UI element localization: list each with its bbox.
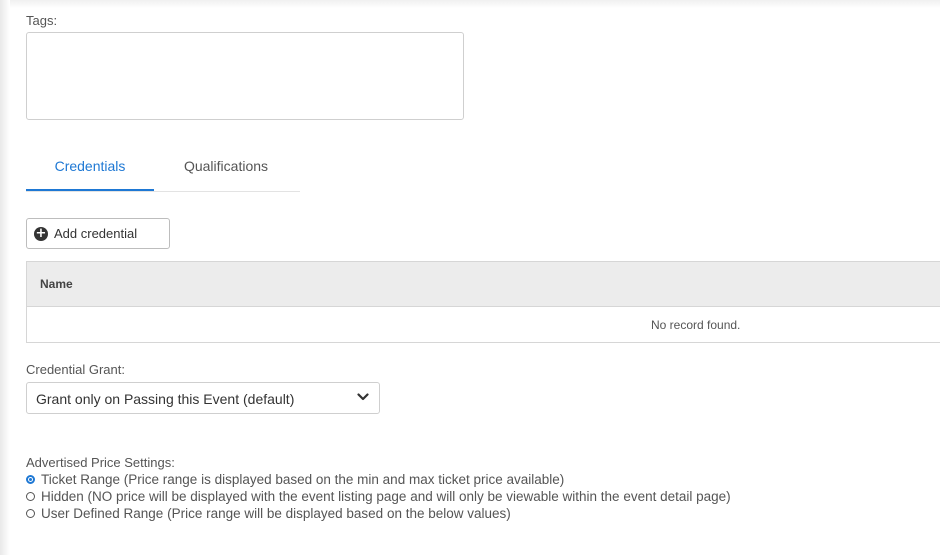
tab-qualifications[interactable]: Qualifications <box>164 148 288 191</box>
left-shadow <box>0 0 10 555</box>
add-credential-label: Add credential <box>54 226 138 241</box>
radio-label-hidden: Hidden (NO price will be displayed with … <box>41 488 731 504</box>
radio-button-checked[interactable] <box>26 474 35 484</box>
radio-hidden[interactable]: Hidden (NO price will be displayed with … <box>26 488 731 504</box>
column-header-name[interactable]: Name <box>40 277 73 291</box>
event-settings-panel: Tags: Credentials Qualifications + Add c… <box>0 0 940 555</box>
chevron-down-icon <box>357 393 369 401</box>
table-empty-row: No record found. <box>27 307 940 342</box>
credential-grant-value: Grant only on Passing this Event (defaul… <box>36 391 295 407</box>
radio-button[interactable] <box>26 508 35 518</box>
tags-label: Tags: <box>26 13 58 28</box>
credentials-table: Name No record found. <box>26 261 940 343</box>
top-shadow <box>0 0 940 8</box>
credential-grant-label: Credential Grant: <box>26 362 125 377</box>
table-header: Name <box>27 262 940 307</box>
advertised-price-label: Advertised Price Settings: <box>26 455 175 470</box>
tab-credentials[interactable]: Credentials <box>26 148 154 191</box>
no-record-message: No record found. <box>651 318 741 332</box>
radio-label-user-defined: User Defined Range (Price range will be … <box>41 505 511 521</box>
tags-textarea[interactable] <box>26 32 464 120</box>
radio-button[interactable] <box>26 491 35 501</box>
radio-label-ticket-range: Ticket Range (Price range is displayed b… <box>41 471 565 487</box>
tab-bar: Credentials Qualifications <box>26 148 300 192</box>
add-credential-button[interactable]: + Add credential <box>26 218 170 249</box>
radio-ticket-range[interactable]: Ticket Range (Price range is displayed b… <box>26 471 564 487</box>
plus-circle-icon: + <box>34 225 48 241</box>
credential-grant-select[interactable]: Grant only on Passing this Event (defaul… <box>26 382 380 414</box>
radio-user-defined-range[interactable]: User Defined Range (Price range will be … <box>26 505 511 521</box>
